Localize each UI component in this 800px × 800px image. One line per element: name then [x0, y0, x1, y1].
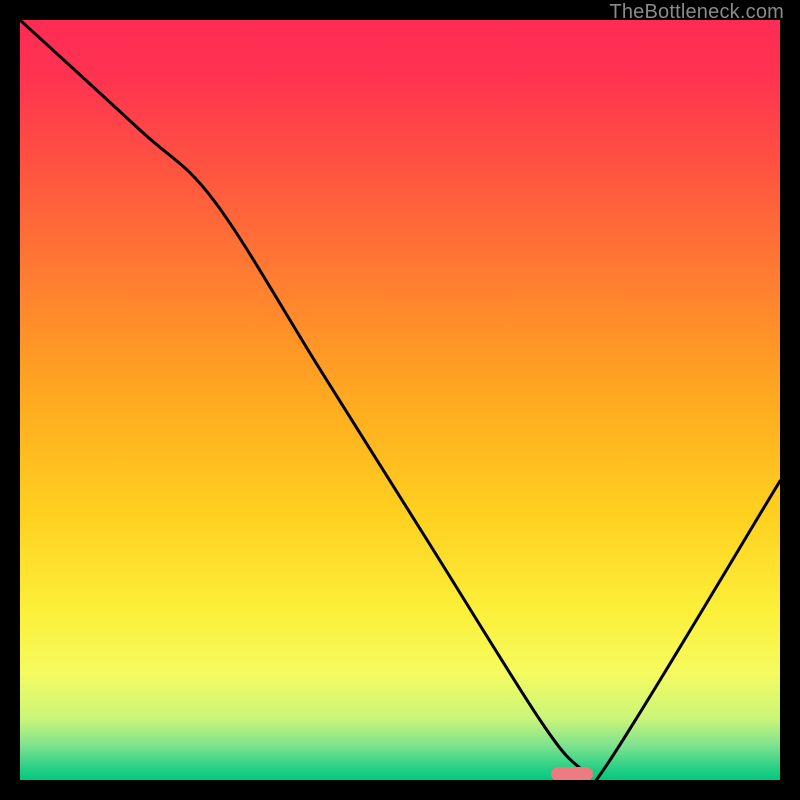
chart-frame: TheBottleneck.com — [0, 0, 800, 800]
curve-layer — [20, 20, 780, 780]
optimal-zone-marker — [551, 767, 593, 780]
bottleneck-curve — [20, 20, 780, 780]
plot-area — [20, 20, 780, 780]
